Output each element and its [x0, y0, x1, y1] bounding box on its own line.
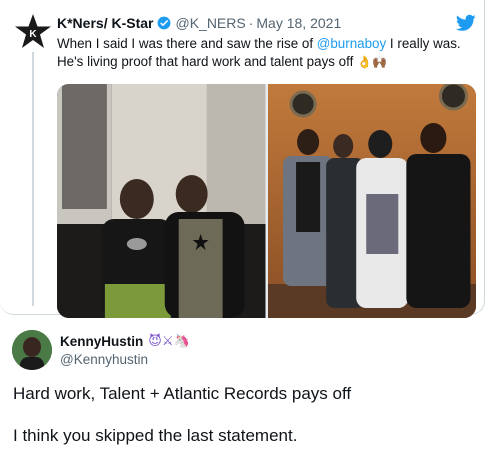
tweet-screenshot: K K*Ners/ K-Star @K_NERS · May 18, 2021 … — [0, 0, 490, 458]
thread-line — [32, 52, 34, 306]
quoted-tweet-header: K*Ners/ K-Star @K_NERS · May 18, 2021 — [57, 14, 341, 32]
header-separator: · — [248, 15, 254, 31]
photo-right-image — [267, 84, 476, 318]
quoted-tweet-text: When I said I was there and saw the rise… — [57, 35, 477, 71]
tweet-date[interactable]: May 18, 2021 — [256, 15, 341, 31]
tweet-emojis: 👌🙌🏾 — [357, 55, 387, 69]
reply-text-line-1: Hard work, Talent + Atlantic Records pay… — [13, 384, 352, 403]
twitter-bird-icon[interactable] — [456, 14, 476, 32]
svg-text:K: K — [29, 29, 37, 40]
photo-left[interactable] — [57, 84, 266, 318]
author-handle[interactable]: @K_NERS — [175, 15, 245, 31]
reply-author-handle[interactable]: @Kennyhustin — [60, 352, 148, 367]
photo-left-image — [57, 84, 266, 318]
tweet-text-start: When I said I was there and saw the rise… — [57, 36, 317, 51]
mention-link[interactable]: @burnaboy — [317, 36, 386, 51]
quoted-tweet-card[interactable]: K K*Ners/ K-Star @K_NERS · May 18, 2021 … — [0, 0, 485, 318]
reply-text-line-2: I think you skipped the last statement. — [13, 426, 298, 445]
tweet-media[interactable] — [57, 84, 476, 318]
reply-author-name[interactable]: KennyHustin — [60, 334, 143, 349]
author-name[interactable]: K*Ners/ K-Star — [57, 15, 153, 31]
verified-badge-icon — [158, 16, 171, 30]
star-logo-icon[interactable]: K — [14, 13, 52, 51]
photo-right[interactable] — [267, 84, 476, 318]
reply-author-name-row: KennyHustin 😈⚔🦄 — [60, 333, 190, 349]
avatar[interactable] — [12, 330, 52, 370]
name-emojis: 😈⚔🦄 — [148, 333, 190, 348]
